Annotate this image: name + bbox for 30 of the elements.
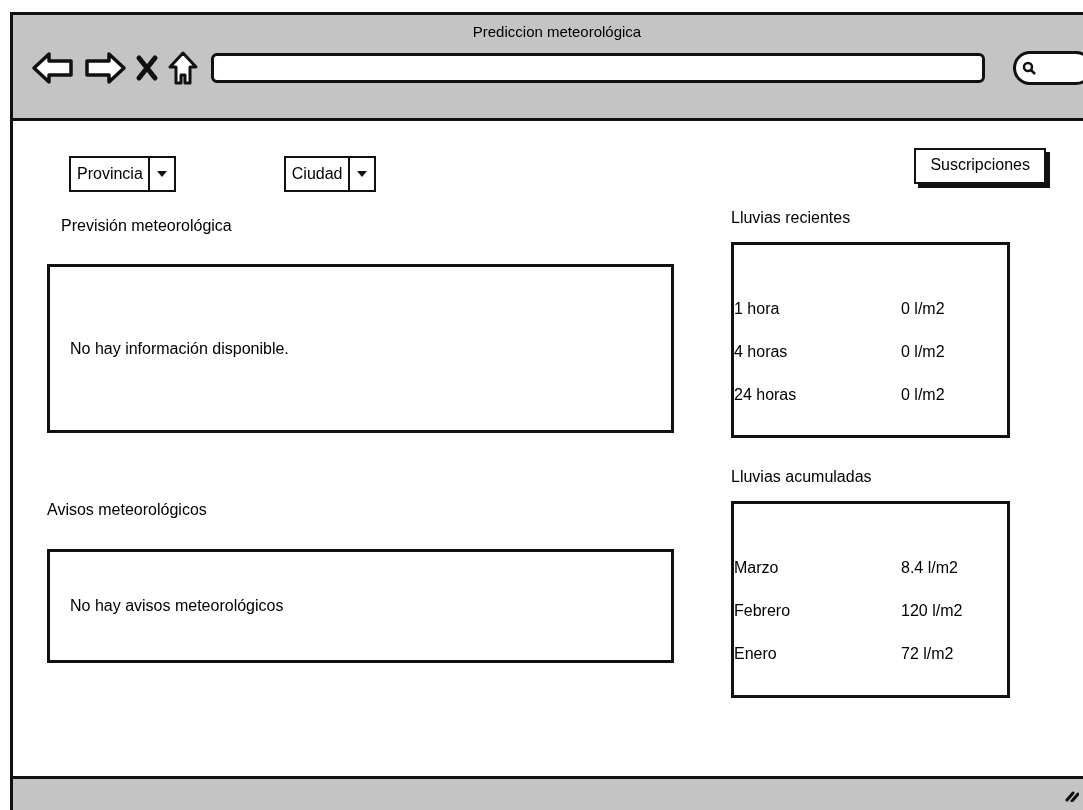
- window-title: Prediccion meteorológica: [471, 22, 643, 42]
- period-label: 4 horas: [734, 341, 789, 362]
- caret-icon: [155, 170, 168, 178]
- period-label: 1 hora: [734, 298, 781, 319]
- forward-icon[interactable]: [83, 50, 127, 85]
- empty-message: No hay avisos meteorológicos: [70, 596, 284, 616]
- back-icon[interactable]: [31, 50, 75, 85]
- rain-amount: 0 l/m2: [901, 298, 945, 319]
- rain-amount: 8.4 l/m2: [901, 557, 958, 578]
- period-label: Marzo: [734, 557, 780, 578]
- section-title: Previsión meteorológica: [61, 216, 233, 236]
- dropdown[interactable]: Provincia: [69, 156, 176, 192]
- empty-message: No hay información disponible.: [70, 338, 289, 359]
- search-field[interactable]: [1013, 50, 1083, 85]
- period-label: Febrero: [734, 600, 792, 621]
- section-title: Lluvias recientes: [731, 208, 852, 228]
- rain-amount: 120 l/m2: [901, 600, 963, 621]
- dropdown[interactable]: Ciudad: [283, 156, 376, 192]
- rain-amount: 72 l/m2: [901, 643, 954, 664]
- address-field[interactable]: [211, 52, 985, 83]
- close-icon[interactable]: [135, 53, 159, 82]
- period-label: 24 horas: [734, 384, 798, 405]
- section-title: Lluvias acumuladas: [731, 467, 873, 487]
- caret-icon: [355, 170, 368, 178]
- rain-amount: 0 l/m2: [901, 341, 945, 362]
- section-title: Avisos meteorológicos: [47, 500, 208, 520]
- rain-amount: 0 l/m2: [901, 384, 945, 405]
- period-label: Enero: [734, 643, 778, 664]
- search-icon: [1022, 60, 1036, 75]
- home-icon[interactable]: [167, 49, 199, 86]
